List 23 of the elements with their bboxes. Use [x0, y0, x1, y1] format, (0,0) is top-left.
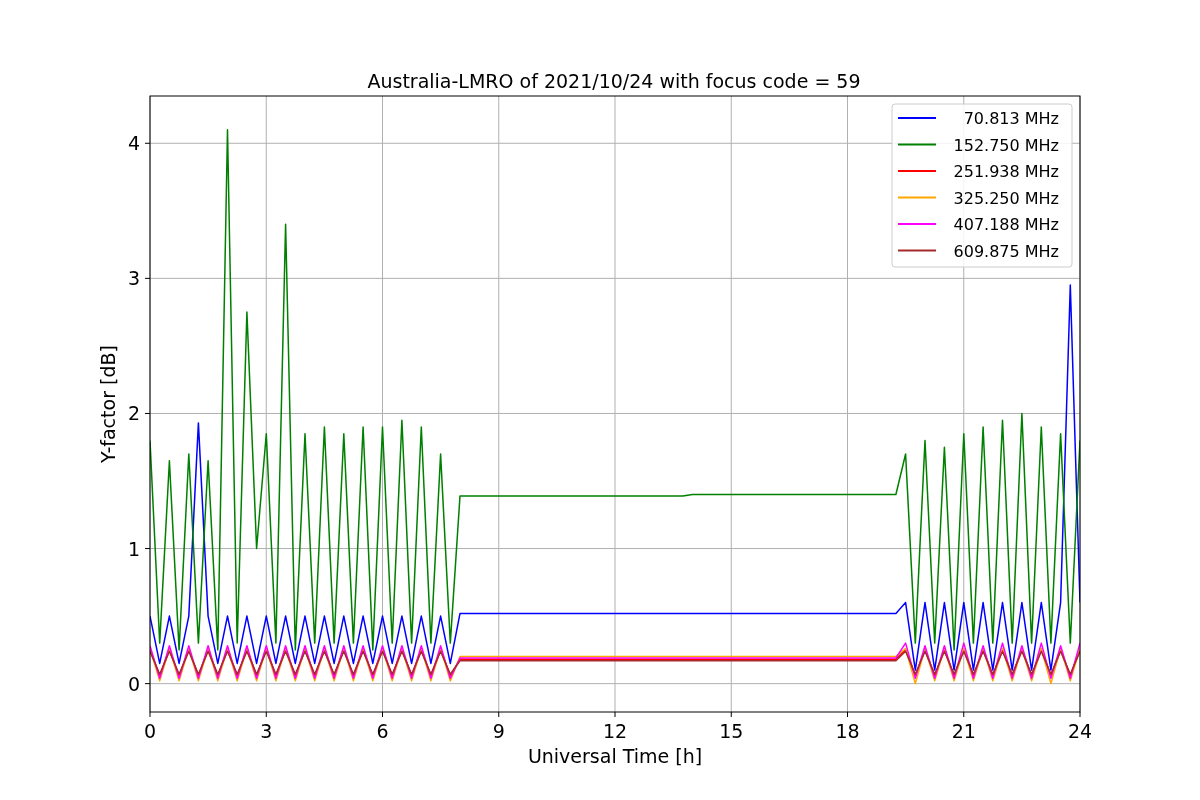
x-tick-label: 6	[376, 720, 389, 742]
y-tick-label: 3	[127, 267, 140, 290]
y-tick-label: 2	[127, 402, 140, 425]
x-tick-label: 3	[260, 720, 273, 742]
legend-label: 609.875 MHz	[953, 241, 1059, 261]
x-axis-label: Universal Time [h]	[527, 745, 703, 767]
legend-label: 70.813 MHz	[963, 109, 1059, 128]
x-tick-label: 12	[602, 720, 628, 742]
y-tick-label: 4	[127, 132, 140, 155]
legend-label: 251.938 MHz	[953, 162, 1059, 181]
chart-title: Australia-LMRO of 2021/10/24 with focus code = 59	[367, 70, 861, 92]
x-tick-label: 18	[835, 720, 860, 742]
y-tick-label: 0	[127, 672, 140, 695]
x-tick-label: 24	[1067, 720, 1093, 742]
x-tick-label: 21	[951, 720, 976, 742]
y-tick-label: 1	[127, 537, 140, 560]
x-tick-label: 0	[143, 720, 157, 742]
y-axis-label: Y-factor [dB]	[97, 345, 119, 463]
x-tick-label: 15	[719, 720, 744, 742]
legend-label: 152.750 MHz	[953, 135, 1059, 155]
legend-label: 407.188 MHz	[953, 215, 1059, 234]
x-tick-label: 9	[492, 720, 505, 742]
legend-label: 325.250 MHz	[953, 188, 1059, 208]
